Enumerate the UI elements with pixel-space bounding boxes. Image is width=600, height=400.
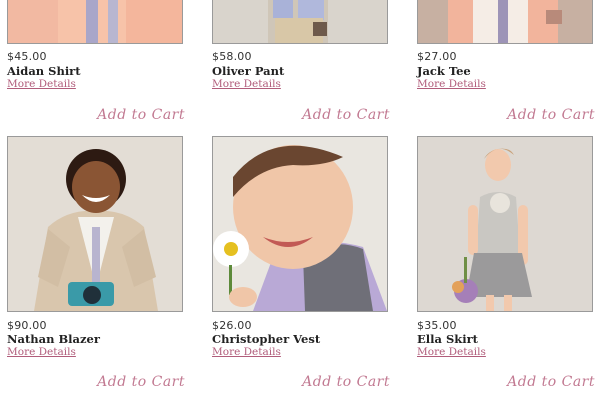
more-details-link[interactable]: More Details bbox=[417, 78, 486, 90]
product-price: $90.00 bbox=[7, 319, 47, 332]
product-name: Nathan Blazer bbox=[7, 332, 100, 346]
product-price: $35.00 bbox=[417, 319, 457, 332]
more-details-link[interactable]: More Details bbox=[212, 346, 281, 358]
product-photo[interactable] bbox=[417, 0, 593, 44]
product-name: Aidan Shirt bbox=[7, 64, 81, 78]
product-price: $45.00 bbox=[7, 50, 47, 63]
product-photo[interactable] bbox=[212, 0, 388, 44]
product-price: $58.00 bbox=[212, 50, 252, 63]
product-name: Oliver Pant bbox=[212, 64, 285, 78]
product-name: Jack Tee bbox=[417, 64, 471, 78]
add-to-cart-button[interactable]: Add to Cart bbox=[507, 374, 595, 390]
more-details-link[interactable]: More Details bbox=[7, 78, 76, 90]
add-to-cart-button[interactable]: Add to Cart bbox=[97, 374, 185, 390]
product-price: $26.00 bbox=[212, 319, 252, 332]
product-photo[interactable] bbox=[212, 136, 388, 312]
product-photo[interactable] bbox=[7, 0, 183, 44]
more-details-link[interactable]: More Details bbox=[417, 346, 486, 358]
product-name: Christopher Vest bbox=[212, 332, 321, 346]
product-photo[interactable] bbox=[417, 136, 593, 312]
product-photo[interactable] bbox=[7, 136, 183, 312]
product-price: $27.00 bbox=[417, 50, 457, 63]
product-name: Ella Skirt bbox=[417, 332, 478, 346]
add-to-cart-button[interactable]: Add to Cart bbox=[97, 107, 185, 123]
more-details-link[interactable]: More Details bbox=[212, 78, 281, 90]
add-to-cart-button[interactable]: Add to Cart bbox=[507, 107, 595, 123]
more-details-link[interactable]: More Details bbox=[7, 346, 76, 358]
add-to-cart-button[interactable]: Add to Cart bbox=[302, 374, 390, 390]
add-to-cart-button[interactable]: Add to Cart bbox=[302, 107, 390, 123]
